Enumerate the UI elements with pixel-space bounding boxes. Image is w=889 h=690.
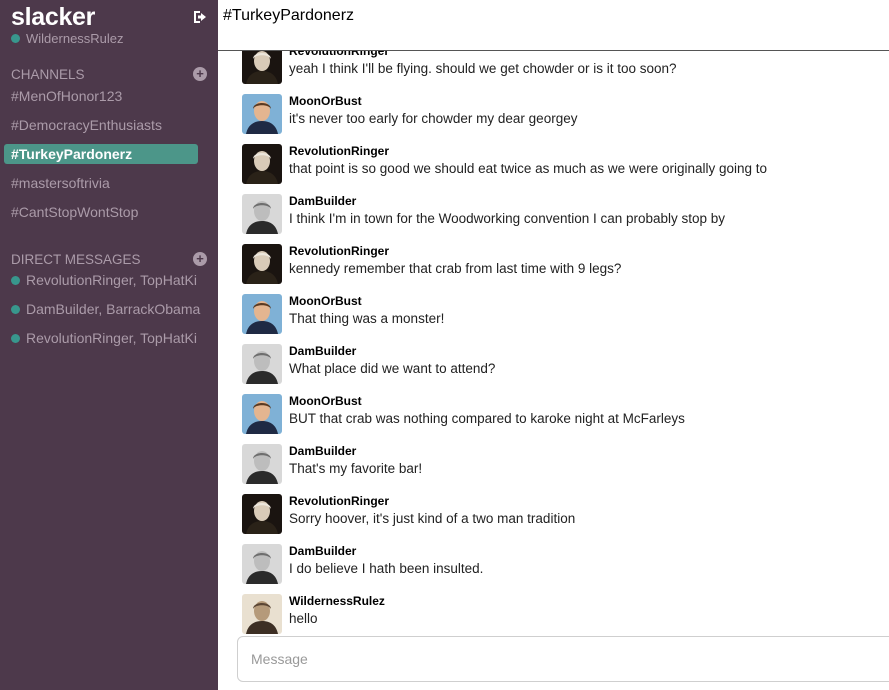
channels-header: CHANNELS + [11,65,207,83]
message-item: DamBuilder I do believe I hath been insul… [242,544,882,584]
sidebar-channel-item[interactable]: #MenOfHonor123 [4,86,198,106]
message-author[interactable]: MoonOrBust [289,394,362,408]
message-item: RevolutionRinger Sorry hoover, it's just … [242,494,882,534]
hoover-portrait-avatar[interactable] [242,444,282,484]
message-author[interactable]: MoonOrBust [289,94,362,108]
message-text: That thing was a monster! [289,311,445,326]
sidebar-dm-item[interactable]: RevolutionRinger, TopHatKi [11,270,201,290]
add-dm-icon[interactable]: + [193,252,207,266]
kennedy-portrait-avatar[interactable] [242,294,282,334]
message-author[interactable]: RevolutionRinger [289,244,389,258]
message-item: WildernessRulez hello [242,594,882,634]
message-text: it's never too early for chowder my dear… [289,111,578,126]
message-item: DamBuilder That's my favorite bar! [242,444,882,484]
current-user-name: WildernessRulez [26,30,124,46]
message-item: MoonOrBust BUT that crab was nothing comp… [242,394,882,434]
message-text: What place did we want to attend? [289,361,496,376]
message-text: BUT that crab was nothing compared to ka… [289,411,685,426]
sidebar-dm-item[interactable]: DamBuilder, BarrackObama [11,299,201,319]
sidebar-channel-item[interactable]: #CantStopWontStop [4,202,198,222]
current-user: WildernessRulez [11,30,124,46]
sidebar-channel-item[interactable]: #mastersoftrivia [4,173,198,193]
message-author[interactable]: DamBuilder [289,544,356,558]
message-item: RevolutionRinger that point is so good we… [242,144,882,184]
message-item: DamBuilder What place did we want to atte… [242,344,882,384]
washington-portrait-avatar[interactable] [242,51,282,84]
message-item: RevolutionRinger kennedy remember that cr… [242,244,882,284]
sidebar-dm-item[interactable]: RevolutionRinger, TopHatKi [11,328,201,348]
message-composer[interactable] [237,636,889,682]
message-author[interactable]: RevolutionRinger [289,494,389,508]
channel-header: #TurkeyPardonerz [218,0,889,51]
dm-label: DamBuilder, BarrackObama [26,301,201,317]
message-author[interactable]: MoonOrBust [289,294,362,308]
dm-title: DIRECT MESSAGES [11,251,141,267]
sidebar-channel-item[interactable]: #DemocracyEnthusiasts [4,115,198,135]
message-text: That's my favorite bar! [289,461,423,476]
online-status-dot [11,275,20,285]
add-channel-icon[interactable]: + [193,67,207,81]
message-author[interactable]: DamBuilder [289,444,356,458]
washington-portrait-avatar[interactable] [242,244,282,284]
message-item: RevolutionRinger yeah I think I'll be fly… [242,51,882,84]
message-item: MoonOrBust That thing was a monster! [242,294,882,334]
online-status-dot [11,304,20,314]
channel-title: #TurkeyPardonerz [223,7,355,24]
washington-portrait-avatar[interactable] [242,494,282,534]
message-list[interactable]: RevolutionRinger yeah I think I'll be fly… [218,51,889,635]
app-brand: slacker [11,3,96,31]
message-item: DamBuilder I think I'm in town for the Wo… [242,194,882,234]
message-author[interactable]: DamBuilder [289,194,356,208]
message-text: hello [289,611,318,626]
online-status-dot [11,33,20,43]
sidebar-channel-item[interactable]: #TurkeyPardonerz [4,144,198,164]
message-text: yeah I think I'll be flying. should we g… [289,61,677,76]
washington-portrait-avatar[interactable] [242,144,282,184]
hoover-portrait-avatar[interactable] [242,344,282,384]
channels-title: CHANNELS [11,66,85,82]
sidebar: slacker WildernessRulez CHANNELS + #MenO… [0,0,218,690]
roosevelt-portrait-avatar[interactable] [242,594,282,634]
message-text: I think I'm in town for the Woodworking … [289,211,726,226]
message-author[interactable]: DamBuilder [289,344,356,358]
kennedy-portrait-avatar[interactable] [242,394,282,434]
dm-header: DIRECT MESSAGES + [11,250,207,268]
message-text: Sorry hoover, it's just kind of a two ma… [289,511,576,526]
message-input[interactable] [238,637,889,681]
message-text: kennedy remember that crab from last tim… [289,261,622,276]
message-item: MoonOrBust it's never too early for chowd… [242,94,882,134]
dm-label: RevolutionRinger, TopHatKi [26,272,197,288]
message-author[interactable]: RevolutionRinger [289,51,389,58]
hoover-portrait-avatar[interactable] [242,194,282,234]
online-status-dot [11,333,20,343]
message-text: that point is so good we should eat twic… [289,161,768,176]
message-author[interactable]: WildernessRulez [289,594,385,608]
dm-label: RevolutionRinger, TopHatKi [26,330,197,346]
kennedy-portrait-avatar[interactable] [242,94,282,134]
logout-icon[interactable] [192,9,208,25]
message-author[interactable]: RevolutionRinger [289,144,389,158]
main-panel: #TurkeyPardonerz RevolutionRinger yeah I … [218,0,889,690]
message-text: I do believe I hath been insulted. [289,561,484,576]
hoover-portrait-avatar[interactable] [242,544,282,584]
